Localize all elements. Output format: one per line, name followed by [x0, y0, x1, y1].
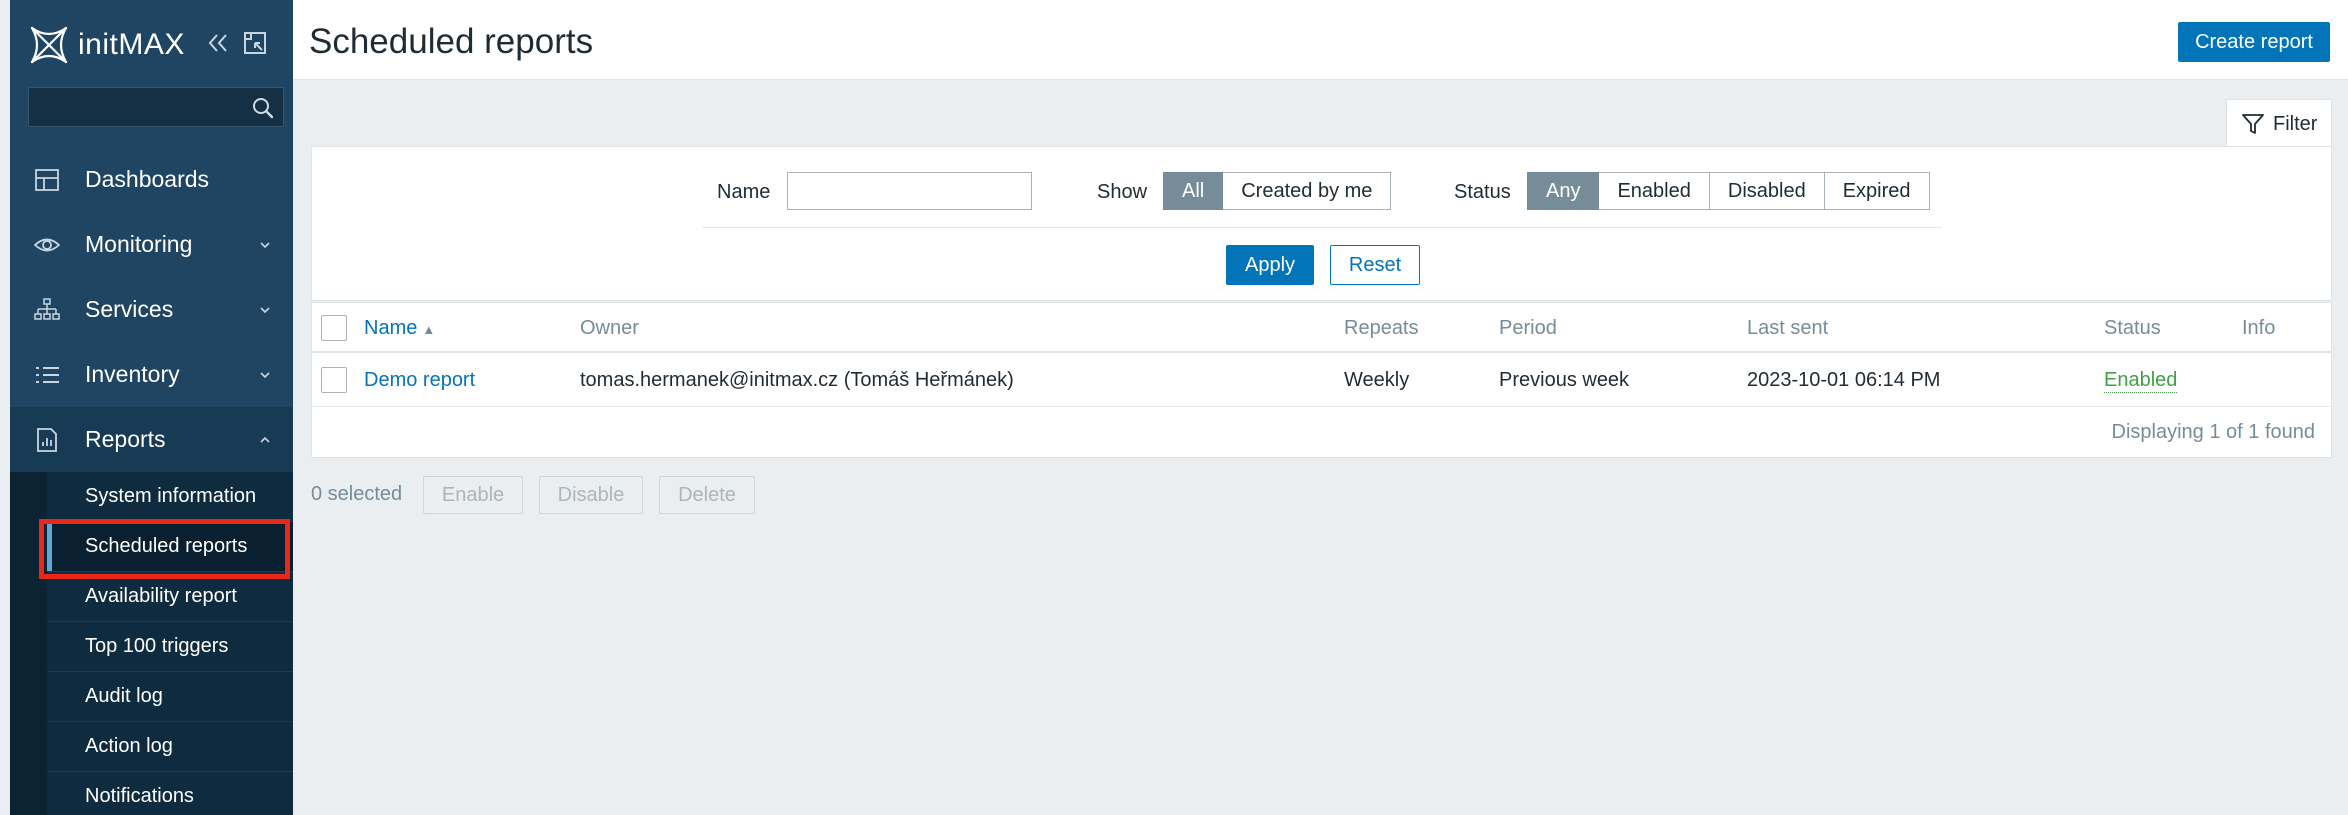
funnel-icon — [2242, 114, 2264, 134]
chevron-down-icon — [260, 307, 270, 314]
show-option-all[interactable]: All — [1163, 172, 1224, 210]
dashboards-icon — [35, 169, 59, 191]
report-repeats: Weekly — [1344, 369, 1410, 391]
report-owner: tomas.hermanek@initmax.cz (Tomáš Heřmáne… — [580, 369, 1014, 391]
submenu-label: Availability report — [85, 585, 237, 607]
column-header-last-sent: Last sent — [1747, 317, 1829, 339]
apply-button[interactable]: Apply — [1226, 245, 1314, 285]
menu-label: Services — [85, 296, 174, 322]
reports-table: Name ▲ Owner Repeats Period Last sent Sta… — [311, 302, 2332, 458]
sidebar: initMAX Dashboards Monitoring Services I… — [10, 0, 293, 815]
submenu-item-system-information[interactable]: System information — [47, 472, 293, 522]
menu-label: Dashboards — [85, 166, 210, 192]
list-icon — [36, 367, 59, 383]
menu-item-monitoring[interactable]: Monitoring — [10, 212, 293, 277]
selected-count: 0 selected — [311, 483, 403, 505]
submenu-item-audit-log[interactable]: Audit log — [47, 672, 293, 722]
reset-button[interactable]: Reset — [1330, 245, 1420, 285]
menu-item-dashboards[interactable]: Dashboards — [10, 147, 293, 212]
submenu-item-scheduled-reports[interactable]: Scheduled reports — [47, 522, 293, 572]
menu-item-reports[interactable]: Reports — [10, 407, 293, 472]
enable-button[interactable]: Enable — [423, 476, 523, 514]
show-option-created-by-me[interactable]: Created by me — [1223, 172, 1392, 210]
eye-icon — [34, 238, 60, 252]
column-header-name[interactable]: Name ▲ — [364, 317, 435, 340]
submenu-item-action-log[interactable]: Action log — [47, 722, 293, 772]
status-option-any[interactable]: Any — [1527, 172, 1600, 210]
submenu-label: Audit log — [85, 685, 163, 707]
submenu-label: System information — [85, 485, 257, 507]
filter-tab-label: Filter — [2273, 112, 2318, 135]
sidebar-search-input[interactable] — [29, 88, 283, 126]
table-header: Name ▲ Owner Repeats Period Last sent Sta… — [312, 303, 2331, 353]
page-title: Scheduled reports — [309, 22, 594, 61]
select-all-checkbox[interactable] — [321, 315, 347, 341]
status-option-expired[interactable]: Expired — [1824, 172, 1930, 210]
submenu-label: Notifications — [85, 785, 194, 807]
filter-name-input[interactable] — [787, 172, 1032, 210]
filter-status-label: Status — [1454, 181, 1511, 203]
status-option-disabled[interactable]: Disabled — [1709, 172, 1825, 210]
reports-icon — [37, 428, 57, 452]
column-header-repeats: Repeats — [1344, 317, 1419, 339]
row-checkbox[interactable] — [321, 367, 347, 393]
submenu-item-top-100-triggers[interactable]: Top 100 triggers — [47, 622, 293, 672]
menu-label: Monitoring — [85, 231, 193, 257]
page-header: Scheduled reports Create report — [293, 0, 2348, 80]
disable-button[interactable]: Disable — [539, 476, 643, 514]
collapse-sidebar-icon[interactable] — [204, 29, 232, 57]
chevron-down-icon — [260, 372, 270, 379]
delete-button[interactable]: Delete — [659, 476, 755, 514]
brand[interactable]: initMAX — [28, 22, 185, 68]
filter-tab[interactable]: Filter — [2226, 99, 2332, 148]
column-name-label: Name — [364, 317, 418, 339]
initmax-logo-icon — [30, 26, 68, 64]
column-header-status: Status — [2104, 317, 2161, 339]
brand-name: initMAX — [78, 28, 185, 61]
chevron-down-icon — [260, 242, 270, 249]
column-header-info: Info — [2242, 317, 2276, 339]
submenu-item-notifications[interactable]: Notifications — [47, 772, 293, 815]
table-row: Demo report tomas.hermanek@initmax.cz (T… — [312, 355, 2331, 407]
menu-item-services[interactable]: Services — [10, 277, 293, 342]
filter-panel: Name Show All Created by me Status Any E… — [311, 146, 2332, 301]
show-segmented-control: All Created by me — [1163, 172, 1392, 210]
create-report-button[interactable]: Create report — [2178, 22, 2330, 62]
submenu-label: Action log — [85, 735, 173, 757]
status-segmented-control: Any Enabled Disabled Expired — [1527, 172, 1930, 210]
column-header-period: Period — [1499, 317, 1557, 339]
chevron-up-icon — [260, 436, 270, 443]
report-period: Previous week — [1499, 369, 1630, 391]
menu-label: Reports — [85, 426, 166, 452]
filter-name-label: Name — [717, 181, 771, 203]
menu-item-inventory[interactable]: Inventory — [10, 342, 293, 407]
status-option-enabled[interactable]: Enabled — [1599, 172, 1710, 210]
results-count: Displaying 1 of 1 found — [2111, 421, 2315, 443]
sort-ascending-icon: ▲ — [422, 322, 436, 337]
filter-divider — [702, 227, 1942, 228]
search-icon[interactable] — [251, 96, 275, 120]
menu-label: Inventory — [85, 361, 180, 387]
report-status-toggle[interactable]: Enabled — [2104, 369, 2178, 393]
main-menu: Dashboards Monitoring Services Inventory… — [10, 147, 293, 472]
submenu-rail — [10, 472, 47, 815]
kiosk-mode-icon[interactable] — [242, 30, 268, 56]
submenu-item-availability-report[interactable]: Availability report — [47, 572, 293, 622]
report-last-sent: 2023-10-01 06:14 PM — [1747, 369, 1941, 391]
sidebar-search — [28, 87, 284, 127]
submenu-label: Scheduled reports — [85, 535, 248, 557]
services-icon — [34, 298, 60, 320]
submenu-label: Top 100 triggers — [85, 635, 229, 657]
report-name-link[interactable]: Demo report — [364, 369, 475, 392]
reports-submenu: System information Scheduled reports Ava… — [10, 472, 293, 815]
column-header-owner: Owner — [580, 317, 639, 339]
filter-show-label: Show — [1097, 181, 1148, 203]
